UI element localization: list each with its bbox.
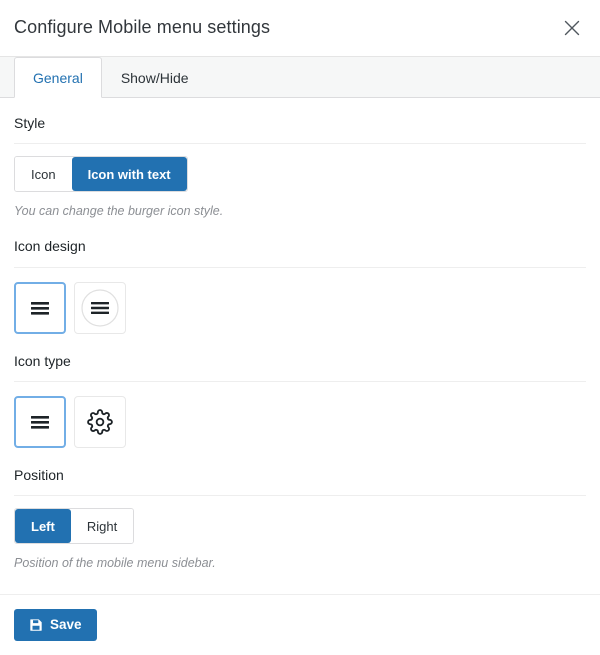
position-helper-text: Position of the mobile menu sidebar.	[14, 556, 216, 570]
tab-show-hide-label: Show/Hide	[120, 70, 189, 86]
icon-design-options	[14, 281, 586, 334]
hamburger-circle-icon	[79, 287, 121, 329]
tab-show-hide[interactable]: Show/Hide	[102, 57, 208, 98]
position-label: Position	[14, 466, 64, 483]
configure-mobile-menu-modal: Configure Mobile menu settings General S…	[0, 0, 600, 655]
section-style: Style Icon Icon with text You can change…	[14, 98, 586, 221]
settings-body: Style Icon Icon with text You can change…	[0, 98, 600, 594]
hamburger-icon	[27, 298, 53, 318]
style-divider	[14, 143, 586, 145]
style-label: Style	[14, 115, 46, 131]
position-button-group: Left Right	[14, 508, 135, 544]
section-position: Position Left Right Position of the mobi…	[14, 450, 586, 573]
icon-type-option-gear[interactable]	[74, 395, 126, 448]
save-button-label: Save	[50, 617, 82, 633]
tab-bar: General Show/Hide	[0, 56, 600, 98]
gear-icon	[87, 409, 113, 435]
section-icon-design: Icon design	[14, 221, 586, 334]
icon-design-divider	[14, 266, 586, 268]
modal-header: Configure Mobile menu settings	[0, 0, 600, 56]
section-icon-type: Icon type	[14, 336, 586, 448]
save-button[interactable]: Save	[14, 609, 97, 641]
modal-footer: Save	[0, 594, 600, 655]
icon-design-option-plain[interactable]	[14, 281, 66, 334]
style-button-group: Icon Icon with text	[14, 156, 188, 193]
icon-type-option-hamburger[interactable]	[14, 395, 66, 448]
style-option-icon-with-text[interactable]: Icon with text	[71, 157, 187, 192]
style-option-icon[interactable]: Icon	[15, 157, 72, 192]
close-button[interactable]	[558, 14, 586, 42]
icon-design-label: Icon design	[14, 238, 86, 255]
icon-type-options	[14, 395, 586, 448]
page-title: Configure Mobile menu settings	[14, 17, 271, 38]
position-divider	[14, 495, 586, 496]
style-helper-text: You can change the burger icon style.	[14, 204, 224, 219]
tab-general-label: General	[33, 69, 83, 86]
icon-type-divider	[14, 380, 586, 382]
position-option-left[interactable]: Left	[15, 509, 71, 543]
position-option-right[interactable]: Right	[70, 509, 134, 543]
icon-design-option-circle[interactable]	[74, 281, 126, 334]
tab-general[interactable]: General	[14, 57, 102, 98]
floppy-disk-icon	[29, 618, 43, 632]
icon-type-label: Icon type	[14, 352, 71, 369]
hamburger-icon	[27, 412, 53, 432]
close-icon	[561, 17, 583, 39]
